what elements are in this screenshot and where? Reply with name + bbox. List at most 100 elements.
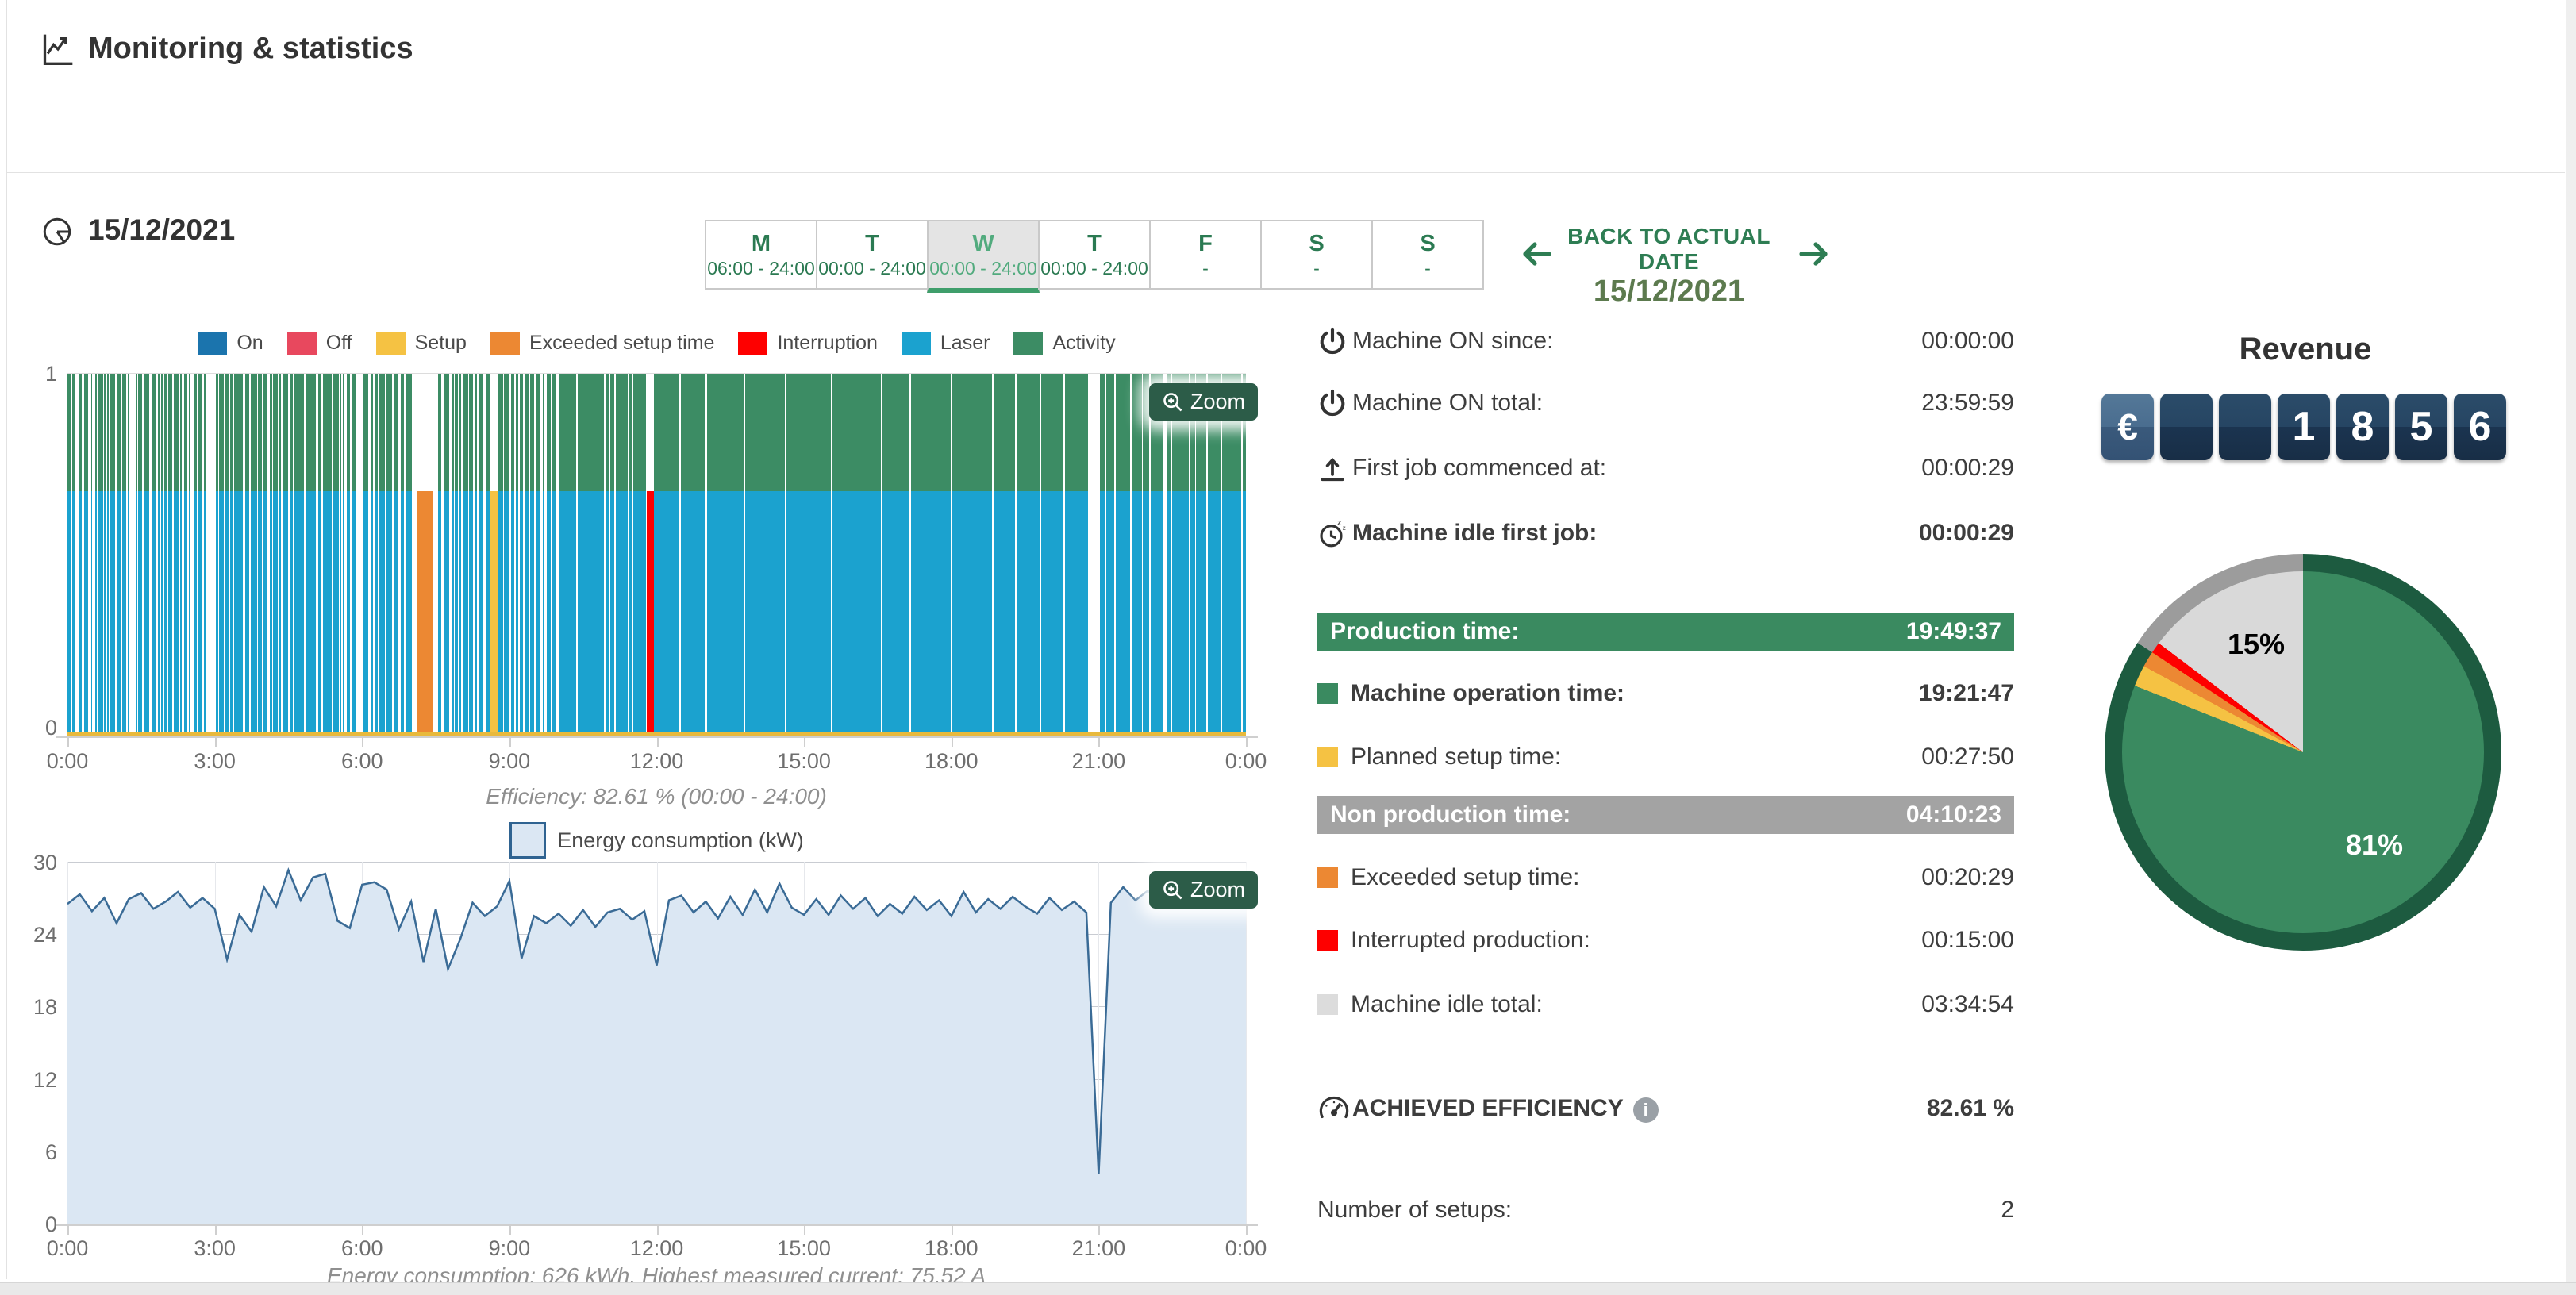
pie-label-operation: 81% [2346, 828, 2403, 862]
energy-zoom-button[interactable]: Zoom [1149, 871, 1258, 909]
week-day-w-2[interactable]: W00:00 - 24:00 [927, 220, 1040, 293]
energy-ytick-label: 12 [10, 1068, 57, 1093]
stat-label: Planned setup time: [1351, 744, 1921, 770]
x-tick-label: 3:00 [194, 1236, 236, 1261]
back-to-actual-date-label[interactable]: BACK TO ACTUAL DATE [1554, 224, 1784, 275]
week-day-hours: - [1424, 258, 1431, 280]
x-tick [657, 1226, 659, 1235]
week-day-f-4[interactable]: F- [1149, 220, 1262, 290]
legend-label: Laser [940, 332, 990, 355]
x-tick [804, 738, 805, 747]
stat-row-2: First job commenced at:00:00:29 [1317, 448, 2014, 488]
svg-text:z: z [1343, 524, 1346, 532]
x-tick-label: 12:00 [630, 749, 684, 774]
x-tick [215, 738, 217, 747]
legend-item-interruption: Interruption [738, 332, 877, 355]
back-to-actual-date[interactable]: BACK TO ACTUAL DATE 15/12/2021 [1554, 224, 1784, 309]
counter-digit-tile-2 [2219, 394, 2271, 460]
x-tick [952, 738, 953, 747]
week-day-hours: - [1313, 258, 1320, 280]
stat-row-9: Interrupted production:00:15:00 [1317, 920, 2014, 960]
monitoring-statistics-page: Monitoring & statistics 15/12/2021 M06:0… [0, 0, 2576, 1295]
week-day-letter: F [1198, 229, 1213, 258]
x-tick [67, 1226, 69, 1235]
x-tick [509, 738, 511, 747]
legend-swatch [902, 332, 931, 355]
x-tick-label: 3:00 [194, 749, 236, 774]
x-tick [1098, 738, 1100, 747]
previous-day-arrow-icon[interactable] [1517, 235, 1555, 277]
energy-ytick-label: 30 [10, 851, 57, 875]
stat-row-8: Exceeded setup time:00:20:29 [1317, 858, 2014, 897]
info-icon[interactable]: i [1633, 1097, 1659, 1123]
energy-zoom-label: Zoom [1190, 878, 1245, 902]
stat-value: 23:59:59 [1921, 390, 2014, 417]
magnifier-plus-icon [1162, 391, 1184, 413]
x-tick-label: 9:00 [489, 1236, 531, 1261]
stat-label: ACHIEVED EFFICIENCYi [1352, 1095, 1927, 1123]
week-day-hours: - [1202, 258, 1209, 280]
week-day-t-3[interactable]: T00:00 - 24:00 [1038, 220, 1151, 290]
week-day-letter: S [1309, 229, 1324, 258]
timeline-ytick-0: 0 [10, 716, 57, 740]
energy-ytick-label: 18 [10, 995, 57, 1020]
x-tick [67, 738, 69, 747]
stat-row-1: Machine ON total:23:59:59 [1317, 383, 2014, 423]
week-day-s-6[interactable]: S- [1371, 220, 1484, 290]
stat-header-label: Production time: [1330, 618, 1906, 645]
stat-label: Machine idle first job: [1352, 520, 1919, 547]
stat-swatch [1317, 747, 1338, 767]
week-day-hours: 00:00 - 24:00 [1040, 258, 1148, 280]
stat-row-10: Machine idle total:03:34:54 [1317, 985, 2014, 1024]
energy-vgridline [1246, 862, 1247, 1224]
revenue-title: Revenue [2240, 332, 2372, 367]
stat-value: 00:00:29 [1921, 455, 2014, 482]
next-day-arrow-icon[interactable] [1795, 235, 1833, 277]
line-chart-icon [40, 32, 75, 71]
counter-digit-tile-4: 8 [2336, 394, 2389, 460]
stat-row-12: Number of setups:2 [1317, 1190, 2014, 1230]
stat-label: Machine ON total: [1352, 390, 1921, 417]
x-tick-label: 21:00 [1072, 1236, 1126, 1261]
week-day-s-5[interactable]: S- [1260, 220, 1373, 290]
x-tick-label: 15:00 [777, 1236, 831, 1261]
counter-currency-tile: € [2101, 394, 2154, 460]
stat-value: 00:15:00 [1921, 927, 2014, 954]
stat-value: 03:34:54 [1921, 991, 2014, 1018]
week-day-hours: 06:00 - 24:00 [707, 258, 815, 280]
nav-current-date: 15/12/2021 [1554, 275, 1784, 309]
x-tick-label: 15:00 [777, 749, 831, 774]
week-day-hours: 00:00 - 24:00 [929, 258, 1037, 280]
stat-header-4: Production time:19:49:37 [1317, 613, 2014, 651]
legend-label: Off [326, 332, 352, 355]
x-tick-label: 21:00 [1072, 749, 1126, 774]
stat-header-7: Non production time:04:10:23 [1317, 796, 2014, 834]
stat-swatch [1317, 867, 1338, 888]
timeline-ytick-1: 1 [10, 362, 57, 386]
energy-ytick-label: 0 [10, 1212, 57, 1237]
energy-ytick-label: 6 [10, 1140, 57, 1165]
x-tick [362, 1226, 363, 1235]
week-day-selector: M06:00 - 24:00T00:00 - 24:00W00:00 - 24:… [705, 220, 1484, 293]
efficiency-caption: Efficiency: 82.61 % (00:00 - 24:00) [486, 784, 827, 809]
week-day-t-1[interactable]: T00:00 - 24:00 [816, 220, 929, 290]
energy-chart[interactable] [67, 862, 1246, 1228]
x-tick [215, 1226, 217, 1235]
week-day-m-0[interactable]: M06:00 - 24:00 [705, 220, 817, 290]
x-tick-label: 9:00 [489, 749, 531, 774]
timeline-chart[interactable] [67, 374, 1246, 736]
x-tick-label: 0:00 [1225, 749, 1267, 774]
page-title: Monitoring & statistics [88, 32, 413, 66]
week-day-letter: S [1420, 229, 1435, 258]
timeline-legend: OnOffSetupExceeded setup timeInterruptio… [67, 332, 1246, 355]
legend-item-off: Off [287, 332, 352, 355]
week-day-letter: W [972, 229, 994, 258]
legend-item-activity: Activity [1013, 332, 1115, 355]
x-tick [1246, 738, 1248, 747]
timeline-zoom-button[interactable]: Zoom [1149, 383, 1258, 421]
legend-swatch [198, 332, 227, 355]
date-row: 15/12/2021 [7, 98, 2565, 173]
pie-chart[interactable] [2122, 571, 2484, 933]
x-tick-label: 0:00 [47, 749, 89, 774]
stat-header-value: 19:49:37 [1906, 618, 2001, 645]
